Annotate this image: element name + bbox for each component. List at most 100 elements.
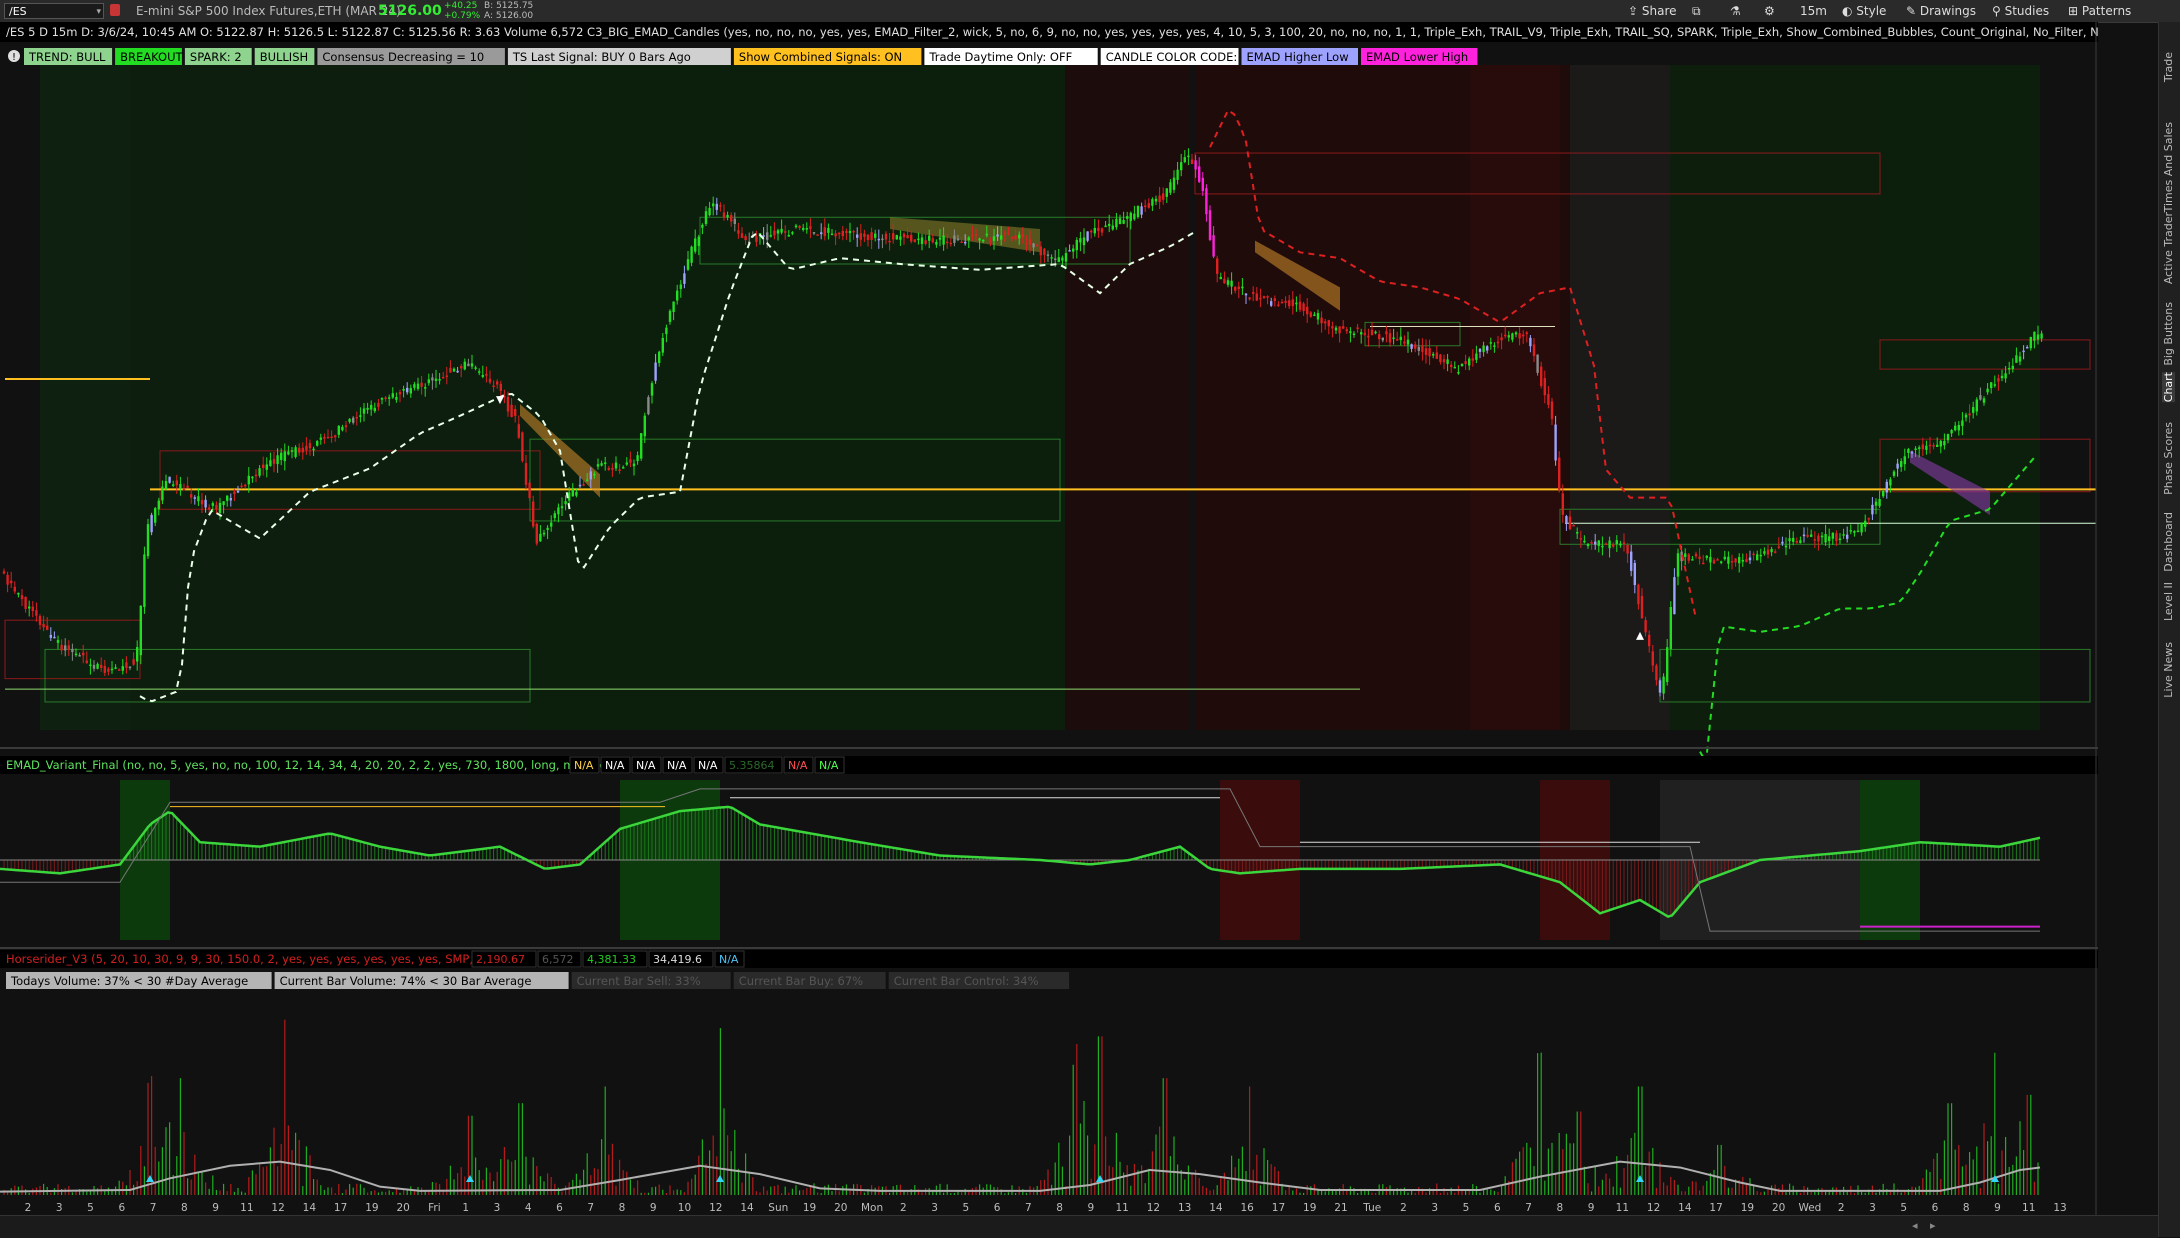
side-tab-phase-scores[interactable]: Phase Scores [2162,422,2175,495]
candle-body [305,445,308,451]
candle-body [1057,257,1060,262]
time-tick: 2 [1400,1202,1407,1214]
candle-body [697,236,700,246]
symbol-selector[interactable]: /ES ▾ [4,3,104,19]
candle-body [712,203,715,207]
candle-body [658,351,661,364]
candle-body [956,238,960,241]
status-label: Trade Daytime Only: OFF [928,50,1072,64]
candle-body [1568,516,1572,530]
zoom-out-icon[interactable]: ◂ [1912,1219,1918,1232]
candle-body [229,498,232,501]
candle-body [560,506,564,509]
style-button[interactable]: ◐ Style [1842,3,1886,19]
side-tab-times-and-sales[interactable]: Times And Sales [2162,122,2175,212]
time-tick: 17 [334,1202,347,1214]
side-tab-trade[interactable]: Trade [2162,52,2175,82]
zoom-in-icon[interactable]: ▸ [1930,1219,1936,1232]
candle-body [1892,471,1896,476]
candle-body [38,615,42,625]
candle-body [1273,298,1276,302]
candle-body [434,378,438,381]
candle-body [1532,344,1536,357]
candle-body [1943,441,1946,446]
candle-body [881,238,884,241]
studies-label: Studies [2004,4,2050,18]
style-label: Style [1856,4,1887,18]
status-label: Show Combined Signals: ON [739,50,902,64]
candle-body [1439,354,1442,362]
candle-body [1374,331,1377,334]
candle-body [1262,296,1266,299]
side-tab-dashboard[interactable]: Dashboard [2162,512,2175,572]
price-panel[interactable] [2,65,2096,766]
volume-labels-row: Todays Volume: 37% < 30 #Day Average Curr… [6,972,1070,989]
drawings-button[interactable]: ✎ Drawings [1906,3,1976,19]
candle-body [1666,647,1669,683]
candle-body [2029,336,2032,349]
chart-area[interactable]: /ES 5 D 15m D: 3/6/24, 10:45 AM O: 5122.… [0,22,2098,1237]
time-tick: 3 [494,1202,501,1214]
candle-body [1331,326,1334,329]
candle-body [470,363,474,367]
candle-body [78,655,81,657]
candle-body [89,664,92,667]
candle-body [1068,250,1071,252]
candle-body [1918,447,1921,449]
studies-button[interactable]: ⚲ Studies [1992,3,2049,19]
candle-body [668,310,672,322]
candle-body [1558,457,1561,490]
side-tab-big-buttons[interactable]: Big Buttons [2162,302,2175,366]
candle-body [1302,303,1305,312]
flask-icon[interactable]: ⚗ [1730,3,1741,19]
gear-icon[interactable]: ⚙ [1764,3,1775,19]
candle-body [1738,557,1741,564]
candle-body [488,378,492,383]
candle-body [514,409,517,416]
shade-zone [40,65,130,730]
candle-body [773,230,776,236]
side-tab-level-ii[interactable]: Level II [2162,582,2175,621]
candle-body [1165,188,1168,197]
candle-body [1766,549,1770,555]
candle-body [290,450,294,452]
candle-body [928,235,931,241]
time-tick: Sun [768,1202,788,1214]
candle-body [1216,258,1219,274]
link-icon[interactable] [110,4,120,16]
candle-body [474,367,477,369]
candle-body [2040,333,2043,339]
patterns-icon: ⊞ [2068,4,2082,18]
candle-body [481,375,484,377]
candle-body [74,653,78,656]
bottom-scroll-strip[interactable]: ◂ ▸ [0,1215,2158,1238]
candle-body [1277,304,1280,306]
candle-body [1846,534,1849,539]
candle-body [1550,401,1554,420]
candle-body [535,523,538,544]
side-tab-active-trader[interactable]: Active Trader [2162,212,2175,284]
candle-body [776,230,780,234]
timeframe-button[interactable]: 15m [1800,3,1827,19]
time-tick: 9 [212,1202,219,1214]
candle-body [575,491,578,496]
candle-body [1536,354,1539,373]
candle-body [1403,341,1406,344]
share-button[interactable]: ⇪ Share [1628,3,1677,19]
time-tick: 3 [1431,1202,1438,1214]
chevron-down-icon[interactable]: ▾ [96,4,101,20]
candle-body [985,233,988,236]
candle-body [323,436,326,439]
candle-body [467,363,470,367]
candle-body [1316,312,1320,320]
candle-body [1691,559,1694,561]
patterns-button[interactable]: ⊞ Patterns [2068,3,2131,19]
status-label: CANDLE COLOR CODE: [1106,50,1238,64]
candle-body [1770,548,1773,553]
time-tick: 6 [1494,1202,1501,1214]
side-tab-live-news[interactable]: Live News [2162,642,2175,698]
detach-icon[interactable]: ⧉ [1692,3,1701,19]
side-tab-chart[interactable]: Chart [2162,372,2175,403]
candle-body [402,388,405,391]
candle-body [215,504,218,510]
